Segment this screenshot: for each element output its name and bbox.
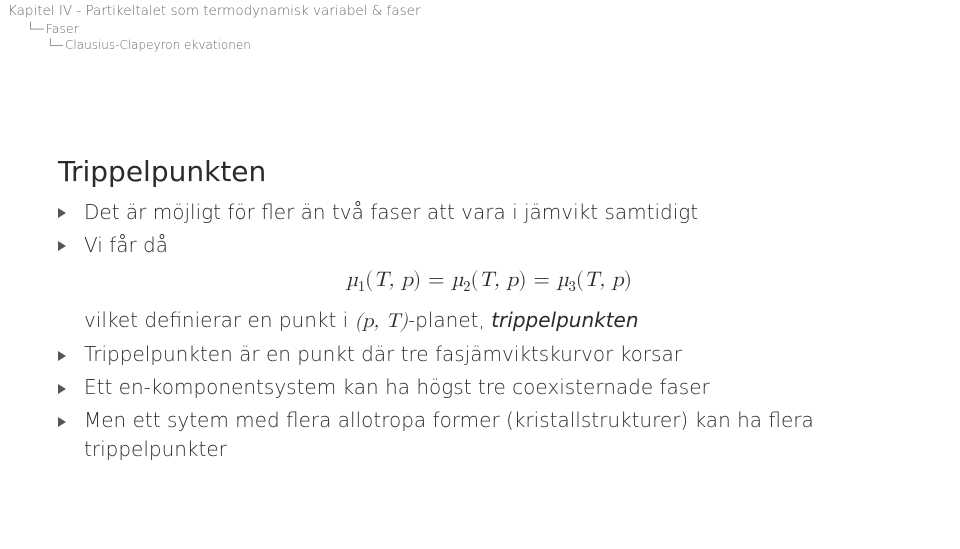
bullet-list-2: Trippelpunkten är en punkt där tre fasjä… (58, 340, 920, 464)
breadcrumb-level-3: └─Clausius-Clapeyron ekvationen (46, 38, 421, 52)
bullet-list: Det är möjligt för fler än två faser att… (58, 198, 920, 260)
term-trippelpunkten: trippelpunkten (491, 308, 638, 332)
bullet-text: Men ett sytem med flera allotropa former… (84, 408, 814, 461)
equation: µ1(T, p) = µ2(T, p) = µ3(T, p) (58, 268, 920, 296)
bullet-3: Trippelpunkten är en punkt där tre fasjä… (58, 340, 920, 369)
bullet-2: Vi får då (58, 231, 920, 260)
bullet-4: Ett en-komponentsystem kan ha högst tre … (58, 373, 920, 402)
triangle-icon (58, 417, 66, 427)
triangle-icon (58, 351, 66, 361)
inline-math: (p, T) (355, 311, 408, 331)
triangle-icon (58, 384, 66, 394)
bullet-text: Trippelpunkten är en punkt där tre fasjä… (84, 342, 682, 366)
breadcrumb: Kapitel IV - Partikeltalet som termodyna… (8, 3, 421, 52)
bullet-text: Ett en-komponentsystem kan ha högst tre … (84, 375, 710, 399)
bullet-2-continuation: vilket definierar en punkt i (p, T)-plan… (58, 306, 920, 336)
bullet-5: Men ett sytem med flera allotropa former… (58, 406, 920, 464)
bullet-1: Det är möjligt för fler än två faser att… (58, 198, 920, 227)
breadcrumb-level-2: └─Faser (26, 21, 421, 36)
slide-body: Trippelpunkten Det är möjligt för fler ä… (58, 155, 920, 468)
bullet-text: Vi får då (84, 233, 168, 257)
slide-title: Trippelpunkten (58, 155, 920, 188)
bullet-text: Det är möjligt för fler än två faser att… (84, 200, 698, 224)
breadcrumb-level-1: Kapitel IV - Partikeltalet som termodyna… (8, 3, 421, 19)
triangle-icon (58, 208, 66, 218)
triangle-icon (58, 241, 66, 251)
